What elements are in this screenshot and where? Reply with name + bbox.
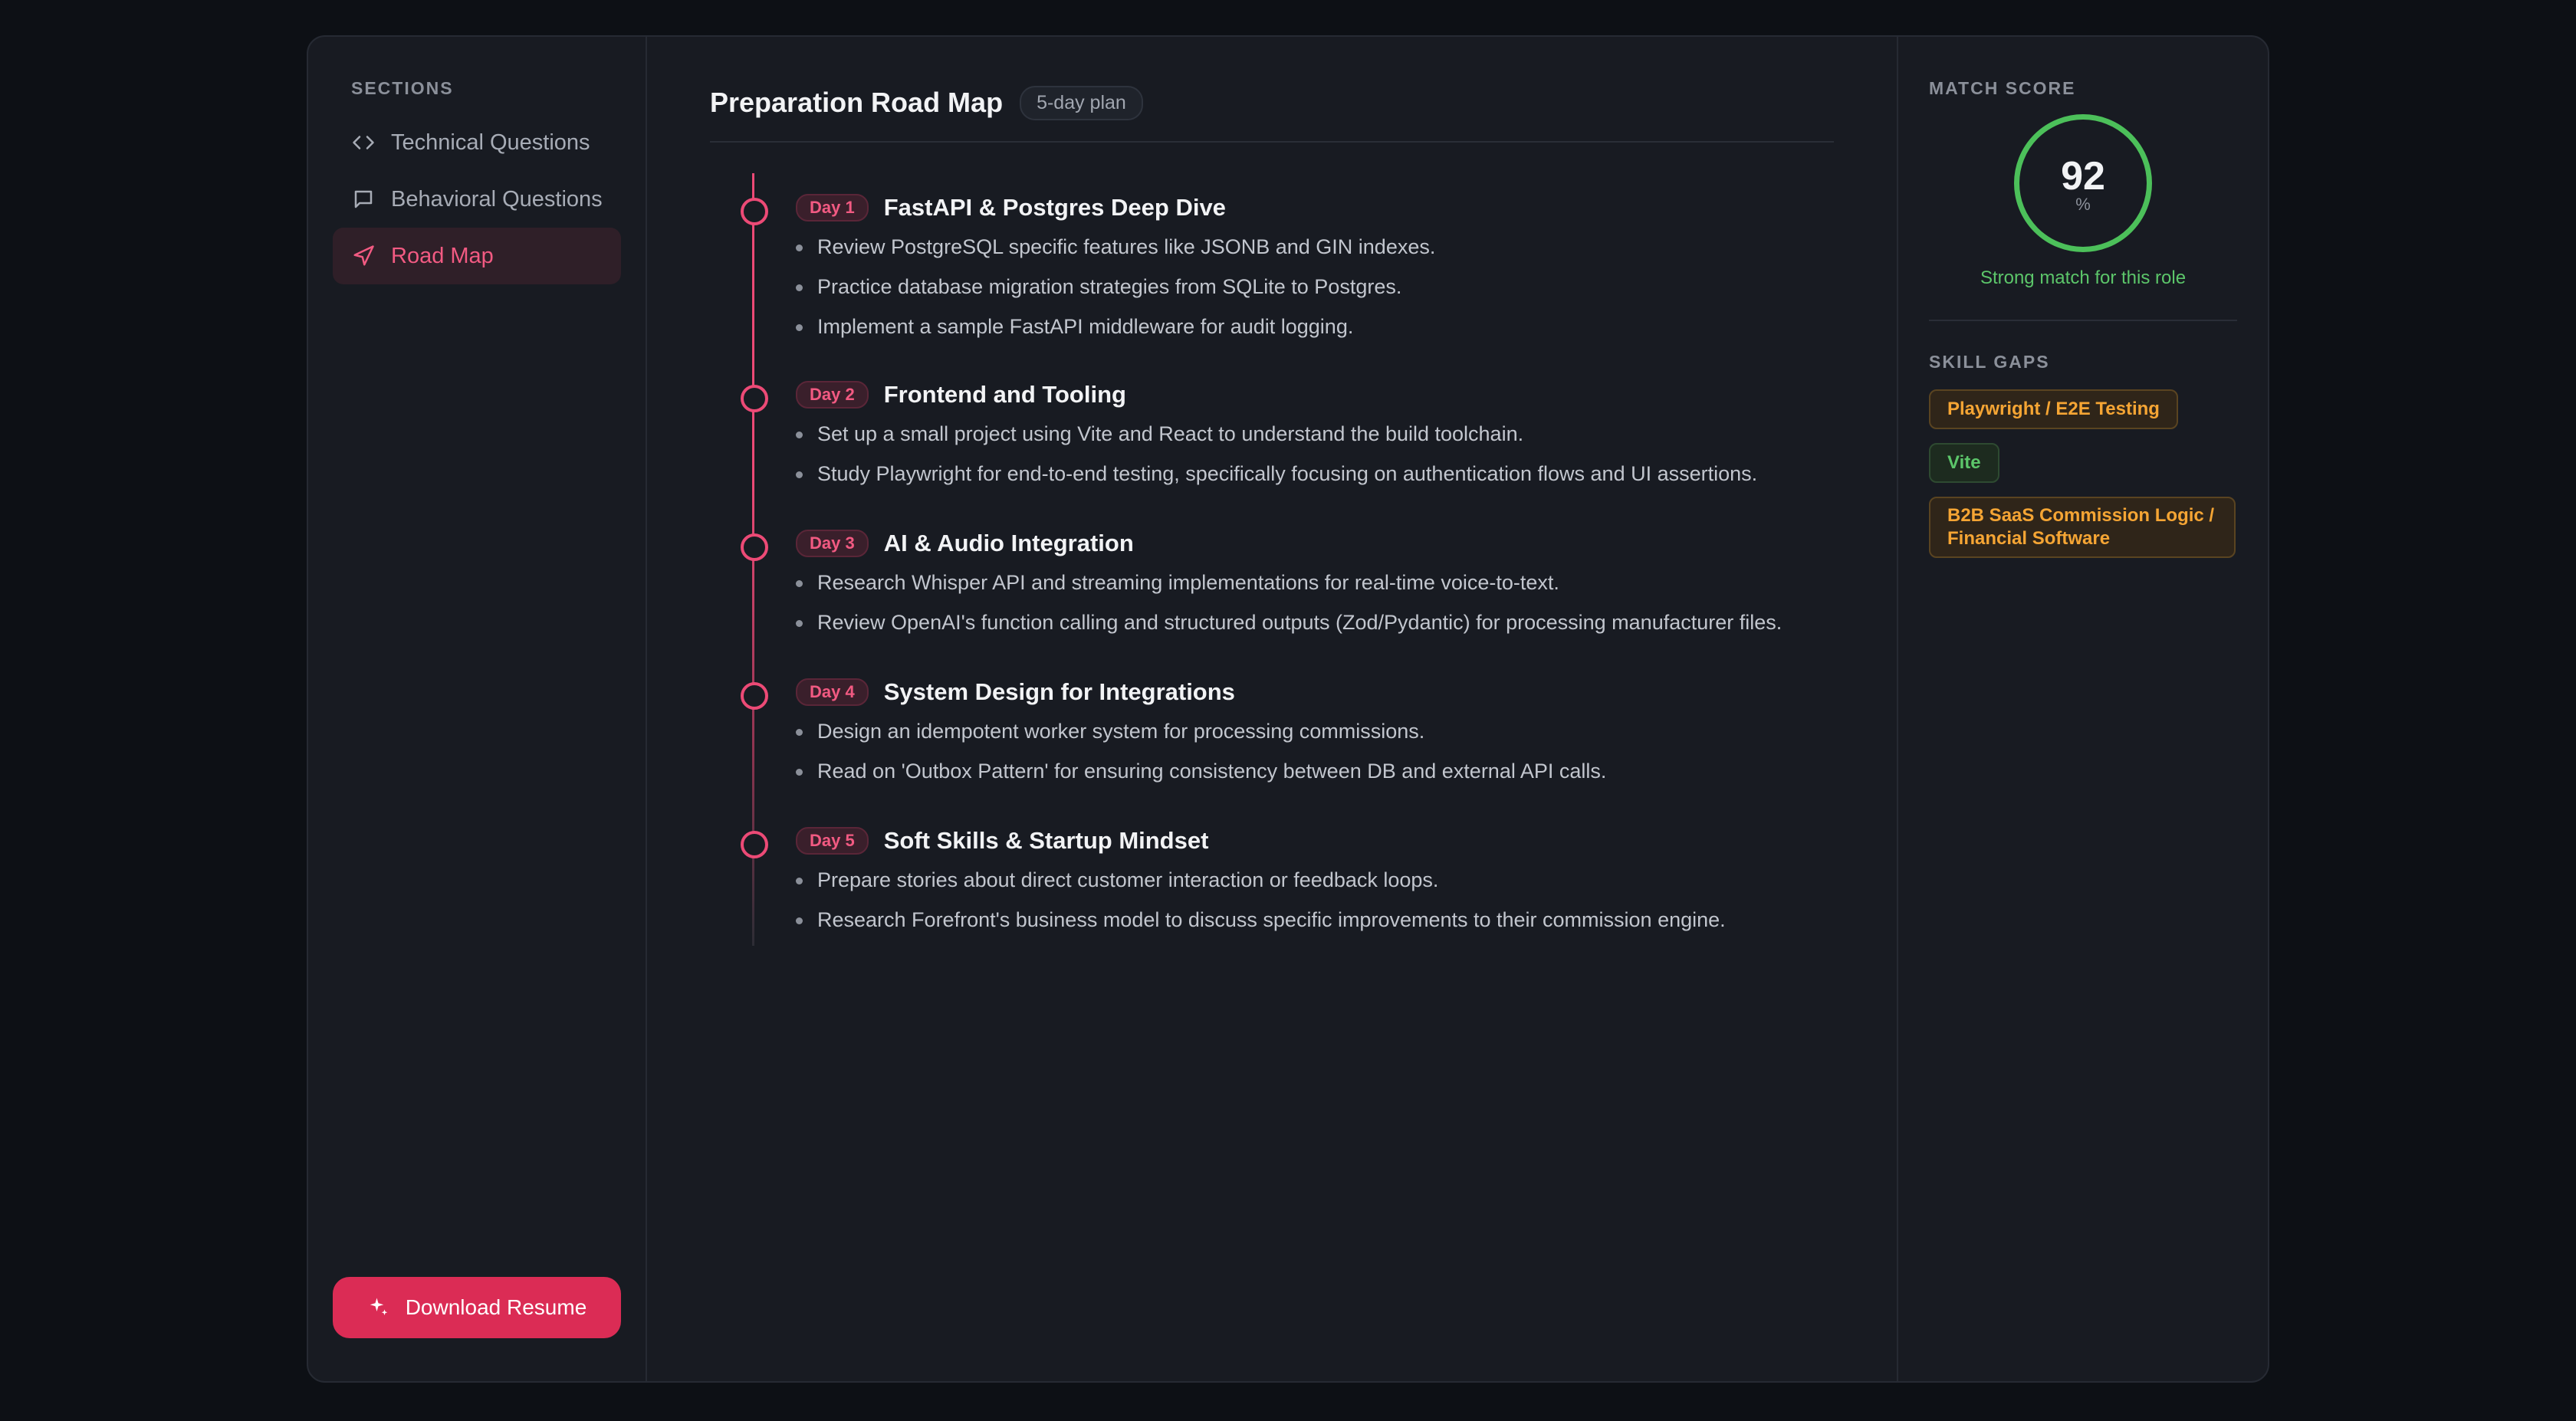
- timeline-dot-icon: [741, 682, 768, 710]
- page-title: Preparation Road Map: [710, 87, 1004, 118]
- list-item: Implement a sample FastAPI middleware fo…: [796, 307, 1834, 346]
- app-window: SECTIONS Technical Questions Behavioral …: [307, 35, 2269, 1383]
- right-panel: MATCH SCORE 92 % Strong match for this r…: [1897, 37, 2268, 1381]
- timeline-dot-icon: [741, 533, 768, 561]
- list-item: Review OpenAI's function calling and str…: [796, 602, 1834, 642]
- sidebar-item-label: Road Map: [391, 243, 494, 268]
- skill-gaps-list: Playwright / E2E Testing Vite B2B SaaS C…: [1929, 389, 2237, 558]
- roadmap-day: Day 4 System Design for Integrations Des…: [710, 658, 1834, 806]
- list-item: Review PostgreSQL specific features like…: [796, 227, 1834, 267]
- list-item: Research Forefront's business model to d…: [796, 900, 1834, 940]
- timeline-dot-icon: [741, 385, 768, 412]
- skill-gap-chip: Vite: [1929, 443, 1999, 483]
- list-item: Research Whisper API and streaming imple…: [796, 563, 1834, 602]
- timeline-dot-icon: [741, 198, 768, 225]
- timeline-dot-icon: [741, 831, 768, 858]
- roadmap-day: Day 5 Soft Skills & Startup Mindset Prep…: [710, 806, 1834, 955]
- sidebar-item-label: Behavioral Questions: [391, 186, 603, 212]
- match-score: 92 %: [1929, 114, 2237, 252]
- main-header: Preparation Road Map 5-day plan: [710, 78, 1834, 127]
- day-badge: Day 3: [796, 530, 869, 557]
- day-task-list: Research Whisper API and streaming imple…: [796, 563, 1834, 642]
- list-item: Practice database migration strategies f…: [796, 267, 1834, 307]
- day-header: Day 3 AI & Audio Integration: [796, 509, 1834, 563]
- day-badge: Day 1: [796, 194, 869, 222]
- roadmap-day: Day 2 Frontend and Tooling Set up a smal…: [710, 360, 1834, 509]
- roadmap-day: Day 3 AI & Audio Integration Research Wh…: [710, 509, 1834, 658]
- roadmap-day: Day 1 FastAPI & Postgres Deep Dive Revie…: [710, 173, 1834, 360]
- message-icon: [351, 187, 376, 212]
- skill-gap-chip: B2B SaaS Commission Logic / Financial So…: [1929, 497, 2236, 558]
- match-score-heading: MATCH SCORE: [1929, 78, 2076, 98]
- list-item: Prepare stories about direct customer in…: [796, 860, 1834, 900]
- day-title: Frontend and Tooling: [883, 381, 1126, 408]
- sidebar-item-technical-questions[interactable]: Technical Questions: [333, 114, 621, 171]
- sidebar-item-behavioral-questions[interactable]: Behavioral Questions: [333, 171, 621, 228]
- list-item: Set up a small project using Vite and Re…: [796, 414, 1834, 454]
- navigation-icon: [351, 244, 376, 268]
- list-item: Study Playwright for end-to-end testing,…: [796, 454, 1834, 494]
- day-title: Soft Skills & Startup Mindset: [883, 827, 1209, 854]
- score-value: 92: [2061, 154, 2105, 199]
- main-content: Preparation Road Map 5-day plan Day 1 Fa…: [647, 37, 1897, 1381]
- day-task-list: Set up a small project using Vite and Re…: [796, 414, 1834, 494]
- code-icon: [351, 130, 376, 155]
- sidebar-heading: SECTIONS: [351, 78, 454, 98]
- day-header: Day 4 System Design for Integrations: [796, 658, 1834, 711]
- download-resume-button[interactable]: Download Resume: [333, 1277, 621, 1338]
- day-task-list: Prepare stories about direct customer in…: [796, 860, 1834, 940]
- day-header: Day 5 Soft Skills & Startup Mindset: [796, 806, 1834, 860]
- sidebar: SECTIONS Technical Questions Behavioral …: [308, 37, 647, 1381]
- sidebar-item-road-map[interactable]: Road Map: [333, 228, 621, 284]
- divider: [1929, 320, 2237, 321]
- day-title: System Design for Integrations: [883, 678, 1235, 705]
- day-badge: Day 5: [796, 827, 869, 855]
- score-caption: Strong match for this role: [1980, 267, 2187, 288]
- list-item: Read on 'Outbox Pattern' for ensuring co…: [796, 751, 1834, 791]
- plan-badge: 5-day plan: [1020, 85, 1143, 120]
- day-header: Day 1 FastAPI & Postgres Deep Dive: [796, 173, 1834, 227]
- score-unit: %: [2075, 195, 2091, 214]
- day-title: AI & Audio Integration: [883, 530, 1134, 556]
- day-title: FastAPI & Postgres Deep Dive: [883, 194, 1226, 221]
- day-task-list: Review PostgreSQL specific features like…: [796, 227, 1834, 346]
- skill-gaps-heading: SKILL GAPS: [1929, 352, 2050, 372]
- sparkle-icon: [367, 1296, 390, 1319]
- download-resume-label: Download Resume: [405, 1295, 587, 1319]
- list-item: Design an idempotent worker system for p…: [796, 711, 1834, 751]
- day-header: Day 2 Frontend and Tooling: [796, 360, 1834, 414]
- day-task-list: Design an idempotent worker system for p…: [796, 711, 1834, 791]
- skill-gap-chip: Playwright / E2E Testing: [1929, 389, 2178, 429]
- score-ring: 92 %: [2014, 114, 2152, 252]
- divider: [710, 141, 1834, 143]
- day-badge: Day 4: [796, 678, 869, 706]
- sidebar-item-label: Technical Questions: [391, 130, 590, 155]
- roadmap-timeline: Day 1 FastAPI & Postgres Deep Dive Revie…: [710, 173, 1834, 955]
- day-badge: Day 2: [796, 381, 869, 409]
